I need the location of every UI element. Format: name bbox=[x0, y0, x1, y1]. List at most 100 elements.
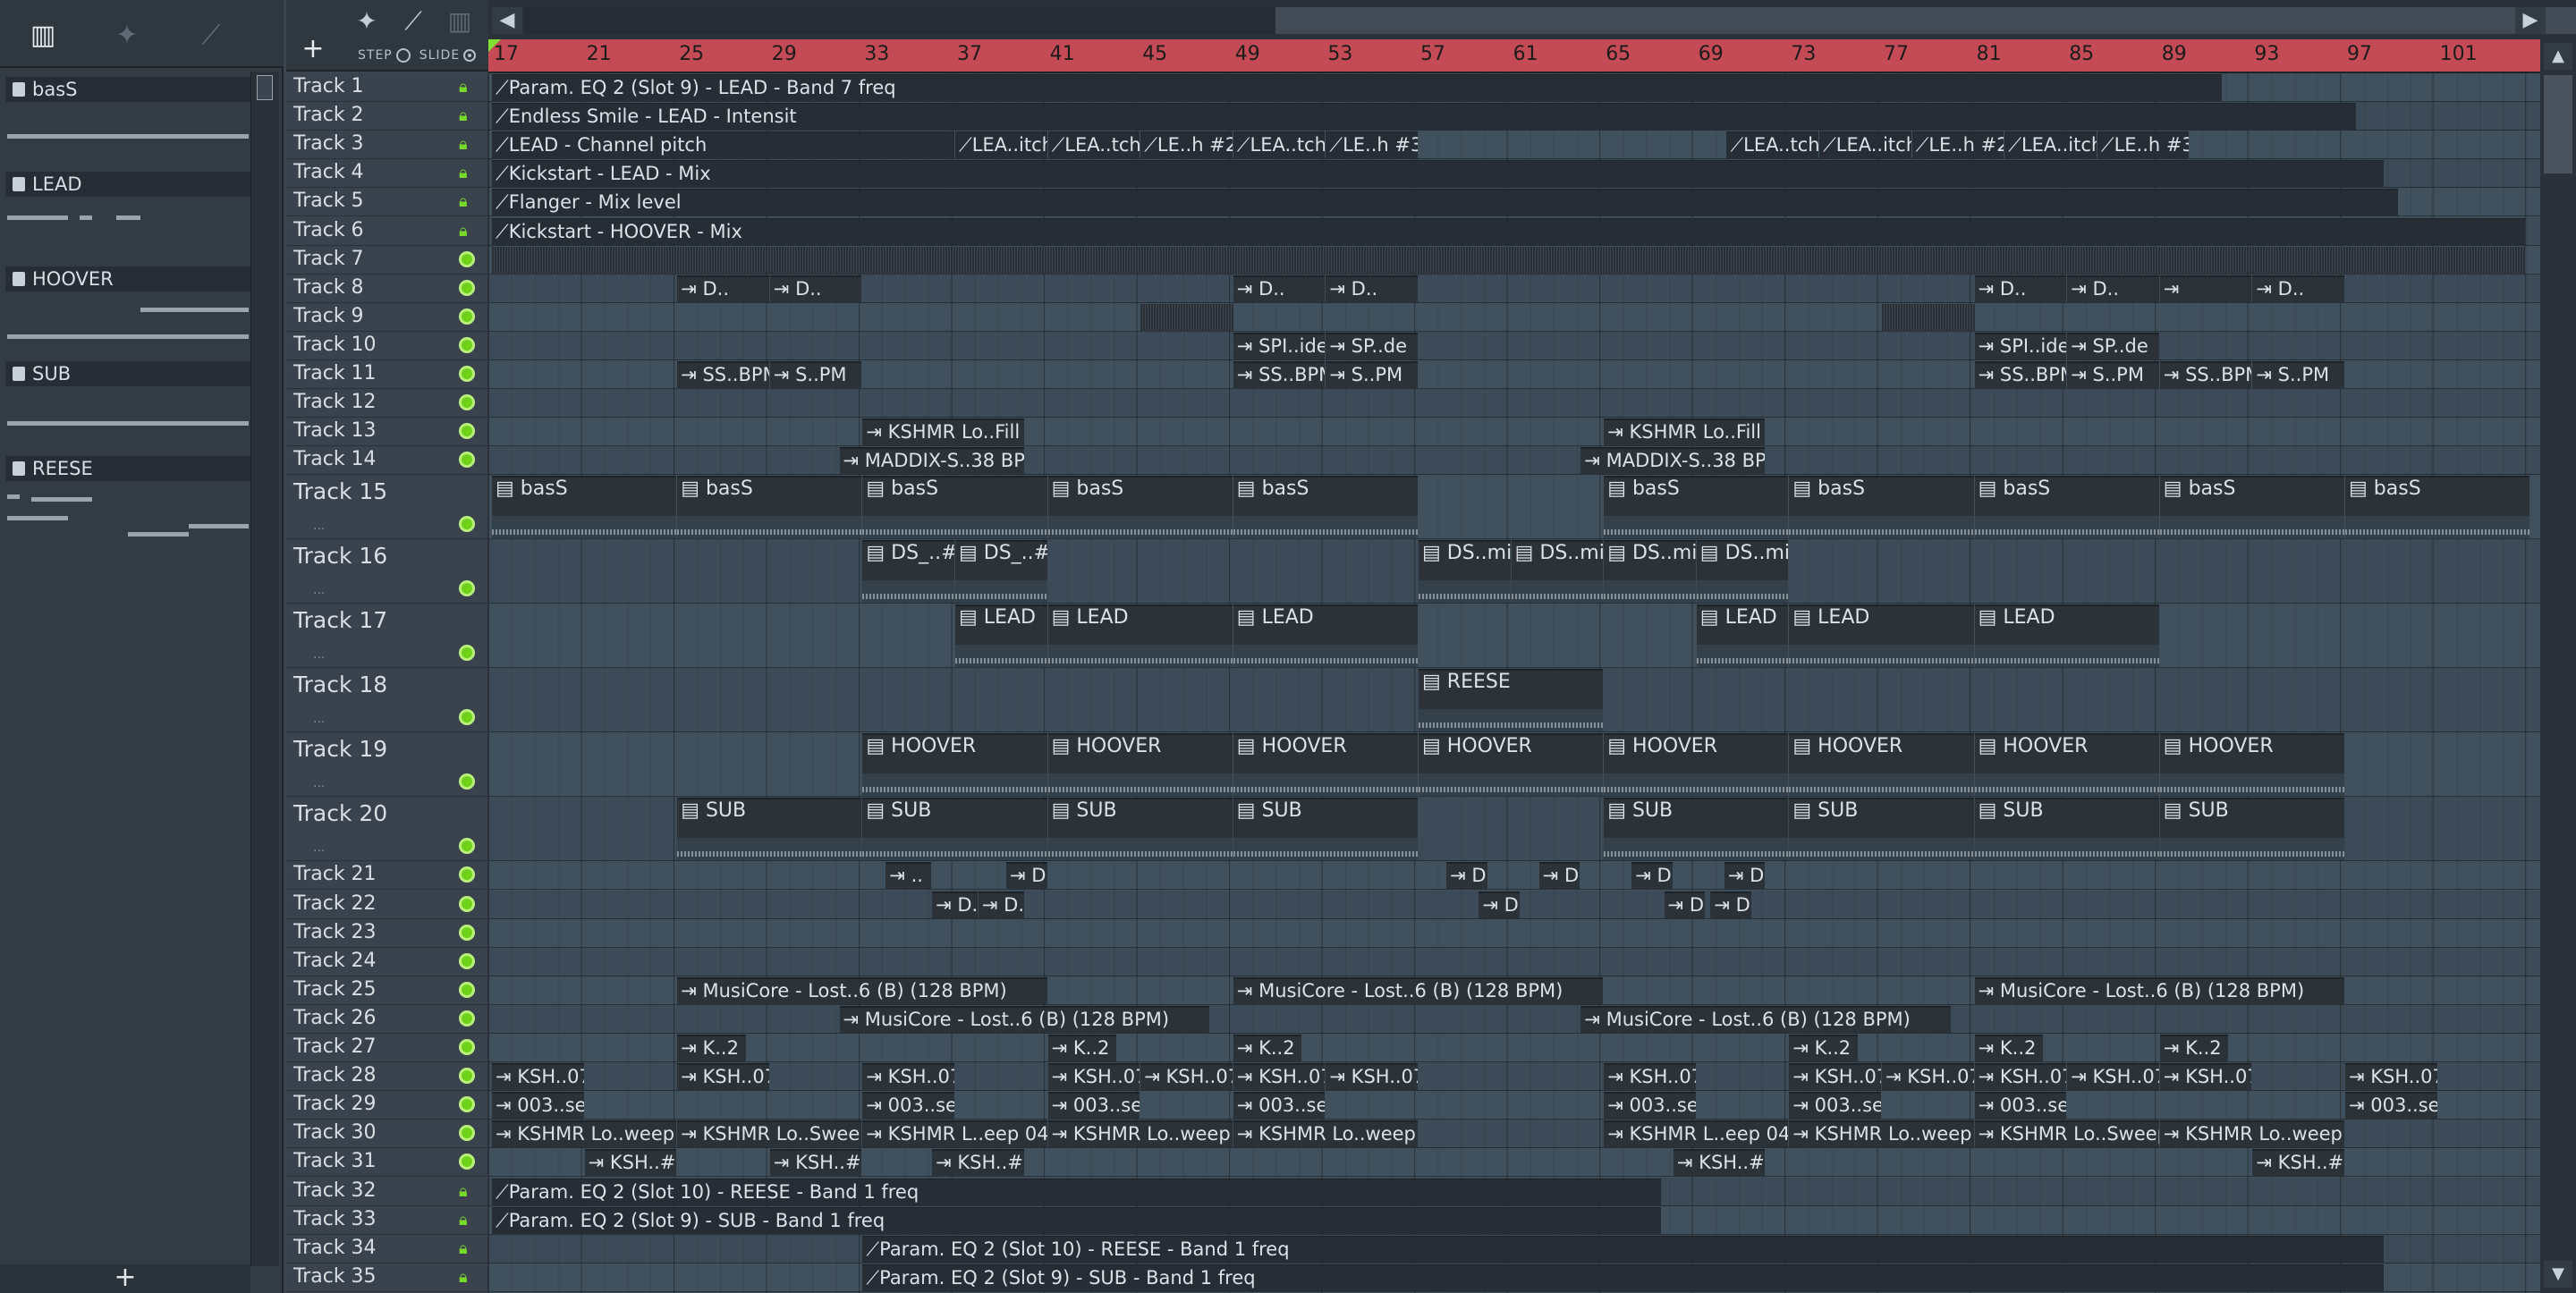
pattern-clip[interactable]: ⇥ bbox=[2159, 275, 2252, 302]
pattern-clip[interactable]: ⇥ KSHMR Lo..weep 04 bbox=[1789, 1120, 1974, 1148]
track-lane[interactable] bbox=[488, 446, 2540, 476]
piano-icon[interactable]: ▥ bbox=[21, 20, 64, 52]
pattern-clip[interactable]: ⇥ KSHMR L..eep 04 bbox=[1604, 1120, 1789, 1148]
pattern-clip[interactable]: ⇥ KSH..#2 bbox=[769, 1149, 862, 1177]
pattern-item[interactable]: basS bbox=[0, 75, 250, 168]
pattern-clip[interactable]: ⇥ SPI..ide bbox=[1233, 332, 1326, 359]
pattern-clip[interactable]: ⇥ 003..ser bbox=[1233, 1092, 1326, 1120]
automation-clip[interactable]: ⟋Flanger - Mix level bbox=[492, 189, 2398, 216]
pattern-clip[interactable]: ⇥ MADDIX-S..38 BPM) bbox=[1580, 447, 1766, 475]
pattern-clip[interactable]: ⇥ KSH..07 bbox=[1604, 1063, 1696, 1091]
pattern-clip[interactable]: ⇥ K..2 bbox=[1974, 1035, 2044, 1062]
pattern-clip[interactable]: ⇥ 003..ser bbox=[492, 1092, 584, 1120]
track-mute-button[interactable] bbox=[459, 952, 475, 969]
pattern-clip[interactable]: ⇥ .. bbox=[886, 862, 932, 890]
track-header[interactable]: Track 3 🔒︎ bbox=[286, 131, 488, 160]
track-header[interactable]: Track 28 bbox=[286, 1062, 488, 1092]
track-mute-button[interactable] bbox=[459, 366, 475, 383]
pattern-clip[interactable]: ▤ REESE bbox=[1419, 669, 1604, 732]
pattern-clip[interactable]: ⇥ KSH..#2 bbox=[2252, 1149, 2344, 1177]
pattern-clip[interactable]: ⇥ K..2 bbox=[1789, 1035, 1859, 1062]
pattern-clip[interactable]: ▤ basS bbox=[492, 476, 677, 539]
track-header[interactable]: Track 22 bbox=[286, 890, 488, 919]
pattern-clip[interactable]: ⇥ MusiCore - Lost..6 (B) (128 BPM) bbox=[677, 976, 1047, 1004]
pattern-clip[interactable]: ⇥ K..2 bbox=[677, 1035, 746, 1062]
track-mute-button[interactable] bbox=[459, 423, 475, 440]
pattern-clip[interactable]: ⇥ KSH..#2 bbox=[1673, 1149, 1766, 1177]
automation-clip[interactable]: ⟋LEA..tch bbox=[1726, 131, 1819, 159]
automation-clip[interactable]: ⟋Kickstart - HOOVER - Mix bbox=[492, 217, 2526, 245]
pattern-clip[interactable]: ⇥ D.. bbox=[1974, 275, 2067, 302]
track-mute-button[interactable] bbox=[459, 866, 475, 883]
track-mute-button[interactable] bbox=[459, 308, 475, 325]
track-mute-button[interactable] bbox=[459, 452, 475, 469]
track-header[interactable]: Track 24 bbox=[286, 947, 488, 976]
pattern-clip[interactable]: ▤ HOOVER bbox=[1604, 733, 1789, 797]
automation-clip[interactable]: ⟋LE..h #3 bbox=[1326, 131, 1418, 159]
track-mute-button[interactable] bbox=[459, 580, 475, 597]
pattern-clip[interactable]: ▤ SUB bbox=[1789, 798, 1974, 861]
pattern-clip[interactable]: ▤ LEAD bbox=[1974, 604, 2159, 668]
pattern-clip[interactable]: ⇥ SS..BPM bbox=[1974, 361, 2067, 389]
pattern-clip[interactable]: ⇥ MusiCore - Lost..6 (B) (128 BPM) bbox=[1580, 1005, 1951, 1033]
pattern-clip[interactable]: ⇥ 003..ser bbox=[1974, 1092, 2067, 1120]
pattern-clip[interactable]: ⇥ SS..BPM bbox=[1233, 361, 1326, 389]
pattern-clip[interactable]: ▤ SUB bbox=[677, 798, 862, 861]
automation-clip[interactable]: ⟋LEA..tch bbox=[1047, 131, 1140, 159]
lock-icon[interactable]: 🔒︎ bbox=[459, 1239, 475, 1258]
automation-clip[interactable]: ⟋LEA..itch bbox=[2004, 131, 2097, 159]
pattern-clip[interactable]: ⇥ KSH..07 bbox=[492, 1063, 584, 1091]
track-more[interactable]: ... bbox=[313, 841, 325, 855]
hscroll-thumb[interactable] bbox=[1275, 7, 2576, 34]
track-header[interactable]: Track 21 bbox=[286, 861, 488, 891]
pattern-clip[interactable]: ⇥ SP..de bbox=[1326, 332, 1418, 359]
pattern-clip[interactable]: ⇥ D.. bbox=[1664, 891, 1706, 918]
pattern-clip[interactable]: ▤ basS bbox=[862, 476, 1047, 539]
pattern-clip[interactable]: ▤ basS bbox=[1604, 476, 1789, 539]
automation-clip[interactable]: ⟋LE..h #3 bbox=[2097, 131, 2190, 159]
pattern-clip[interactable]: ⇥ D.. bbox=[769, 275, 862, 302]
track-mute-button[interactable] bbox=[459, 1154, 475, 1170]
track-lane[interactable] bbox=[488, 1091, 2540, 1120]
lock-icon[interactable]: 🔒︎ bbox=[459, 1211, 475, 1230]
track-mute-button[interactable] bbox=[459, 279, 475, 296]
track-header[interactable]: Track 12 bbox=[286, 389, 488, 418]
pattern-clip[interactable]: ⇥ SS..BPM bbox=[2159, 361, 2252, 389]
track-lane[interactable] bbox=[488, 947, 2540, 976]
pattern-clip[interactable]: ▤ DS..min bbox=[1419, 540, 1511, 604]
track-lane[interactable] bbox=[488, 418, 2540, 447]
pattern-clip[interactable]: ⇥ D.. bbox=[1631, 862, 1673, 890]
pattern-clip[interactable]: ▤ basS bbox=[677, 476, 862, 539]
pattern-clip[interactable]: ▤ basS bbox=[1789, 476, 1974, 539]
pattern-clip[interactable]: ⇥ SP..de bbox=[2067, 332, 2159, 359]
pattern-clip[interactable]: ▤ DS..min bbox=[1604, 540, 1696, 604]
track-more[interactable]: ... bbox=[313, 583, 325, 597]
automation-clip[interactable]: ⟋LEA..tch bbox=[1233, 131, 1326, 159]
pattern-clip[interactable]: ▤ HOOVER bbox=[1233, 733, 1418, 797]
pattern-clip[interactable]: ⇥ KSHMR Lo..weep 04 bbox=[1233, 1120, 1418, 1148]
pattern-clip[interactable]: ⇥ K..2 bbox=[2159, 1035, 2229, 1062]
add-pattern-button[interactable]: + bbox=[0, 1264, 250, 1293]
pattern-clip[interactable]: ⇥ D.. bbox=[1446, 862, 1487, 890]
track-lane[interactable] bbox=[488, 1004, 2540, 1034]
scroll-down-button[interactable]: ▼ bbox=[2544, 1261, 2572, 1288]
track-mute-button[interactable] bbox=[459, 1039, 475, 1056]
track-lane[interactable] bbox=[488, 331, 2540, 360]
pattern-clip[interactable]: ▤ LEAD bbox=[955, 604, 1047, 668]
automation-clip[interactable]: ⟋Param. EQ 2 (Slot 10) - REESE - Band 1 … bbox=[862, 1235, 2385, 1263]
pattern-clip[interactable]: ⇥ S..PM bbox=[1326, 361, 1418, 389]
pattern-clip[interactable]: ⇥ KSH..#2 bbox=[932, 1149, 1024, 1177]
track-mute-button[interactable] bbox=[459, 394, 475, 411]
pattern-clip[interactable]: ⇥ KSH..07 bbox=[1047, 1063, 1140, 1091]
slide-radio[interactable] bbox=[463, 49, 477, 62]
track-mute-button[interactable] bbox=[459, 1010, 475, 1027]
track-header[interactable]: Track 23 bbox=[286, 918, 488, 948]
track-lane[interactable] bbox=[488, 1034, 2540, 1063]
pattern-clip[interactable]: ⇥ D.. bbox=[677, 275, 769, 302]
pattern-clip[interactable]: ▤ basS bbox=[1974, 476, 2159, 539]
pattern-clip[interactable]: ▤ SUB bbox=[1604, 798, 1789, 861]
pattern-clip[interactable]: ⇥ KSHMR Lo..Fill 04 bbox=[862, 418, 1024, 446]
pattern-clip[interactable]: ▤ DS_..#2 bbox=[862, 540, 954, 604]
pattern-clip[interactable]: ▤ LEAD bbox=[1696, 604, 1789, 668]
pattern-clip[interactable]: ⇥ S..PM bbox=[2067, 361, 2159, 389]
